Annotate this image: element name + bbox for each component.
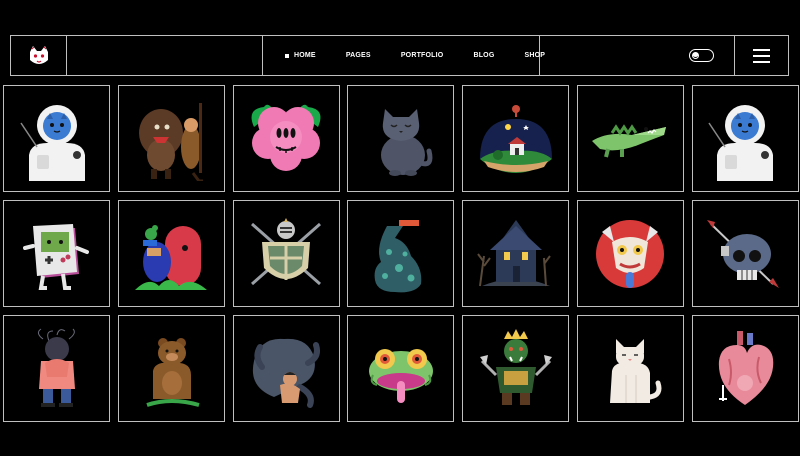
knight-shield-illustration (251, 217, 322, 285)
smiley-knob-icon (692, 52, 699, 59)
gallery-tile[interactable] (462, 200, 570, 307)
site-header: HOME PAGES PORTFOLIO BLOG SHOP (10, 35, 789, 76)
gallery-tile[interactable] (576, 85, 684, 192)
gallery-tile[interactable] (117, 200, 225, 307)
gallery-tile[interactable] (232, 315, 340, 422)
gallery-tile[interactable] (347, 200, 455, 307)
gallery-tile[interactable] (117, 315, 225, 422)
gallery-tile[interactable] (232, 85, 340, 192)
nav-portfolio[interactable]: PORTFOLIO (401, 52, 444, 59)
nav-pages-label: PAGES (345, 52, 371, 59)
skull-with-arrow-illustration (707, 219, 780, 288)
caveman-warrior-illustration (139, 102, 204, 181)
gallery-tile[interactable] (691, 85, 799, 192)
theme-toggle[interactable] (689, 49, 714, 62)
green-crocodile-illustration (592, 123, 667, 157)
demon-mask-illustration (596, 219, 665, 288)
menu-cell (735, 36, 788, 75)
tentacle-girl-illustration (252, 338, 321, 408)
white-cat-illustration (610, 338, 662, 403)
spotted-creature-illustration (374, 219, 422, 292)
toggle-cell (540, 36, 735, 75)
anatomical-heart-illustration (719, 330, 774, 405)
gallery-tile[interactable] (691, 200, 799, 307)
pink-flower-creature-illustration (251, 104, 321, 171)
gallery-tile[interactable] (3, 315, 110, 422)
night-island-house-illustration (479, 104, 552, 173)
gallery-tile[interactable] (117, 85, 225, 192)
bear-illustration (146, 337, 200, 407)
nav-blog-label: BLOG (473, 52, 495, 59)
nav-portfolio-label: PORTFOLIO (400, 52, 444, 59)
hamburger-menu-icon[interactable] (753, 48, 770, 63)
red-giant-with-bird-illustration (135, 224, 208, 290)
logo-cell (11, 36, 67, 75)
gallery-tile[interactable] (576, 315, 684, 422)
nav-pages[interactable]: PAGES (346, 52, 371, 59)
gallery-tile[interactable] (232, 200, 340, 307)
gallery-tile[interactable] (576, 200, 684, 307)
portfolio-grid (3, 85, 799, 422)
gallery-tile[interactable] (347, 85, 455, 192)
nav-home[interactable]: HOME (285, 52, 316, 59)
game-console-character-illustration (22, 223, 89, 290)
gallery-tile[interactable] (347, 315, 455, 422)
haunted-house-illustration (476, 219, 551, 286)
gray-cat-illustration (380, 108, 433, 176)
astronaut-cat-illustration (708, 104, 774, 181)
gallery-tile[interactable] (3, 85, 110, 192)
sad-girl-illustration (37, 328, 75, 407)
active-indicator-icon (285, 53, 289, 58)
header-spacer (67, 36, 263, 75)
gallery-tile[interactable] (462, 85, 570, 192)
nav-home-label: HOME (294, 52, 316, 59)
cat-mask-logo-icon[interactable] (26, 43, 52, 69)
main-nav: HOME PAGES PORTFOLIO BLOG SHOP (263, 36, 545, 75)
orc-warrior-illustration (479, 328, 552, 405)
frog-tongue-illustration (368, 348, 433, 403)
gallery-tile[interactable] (3, 200, 110, 307)
astronaut-cat-illustration (19, 104, 85, 181)
nav-blog[interactable]: BLOG (473, 52, 494, 59)
gallery-tile[interactable] (462, 315, 570, 422)
gallery-tile[interactable] (691, 315, 799, 422)
